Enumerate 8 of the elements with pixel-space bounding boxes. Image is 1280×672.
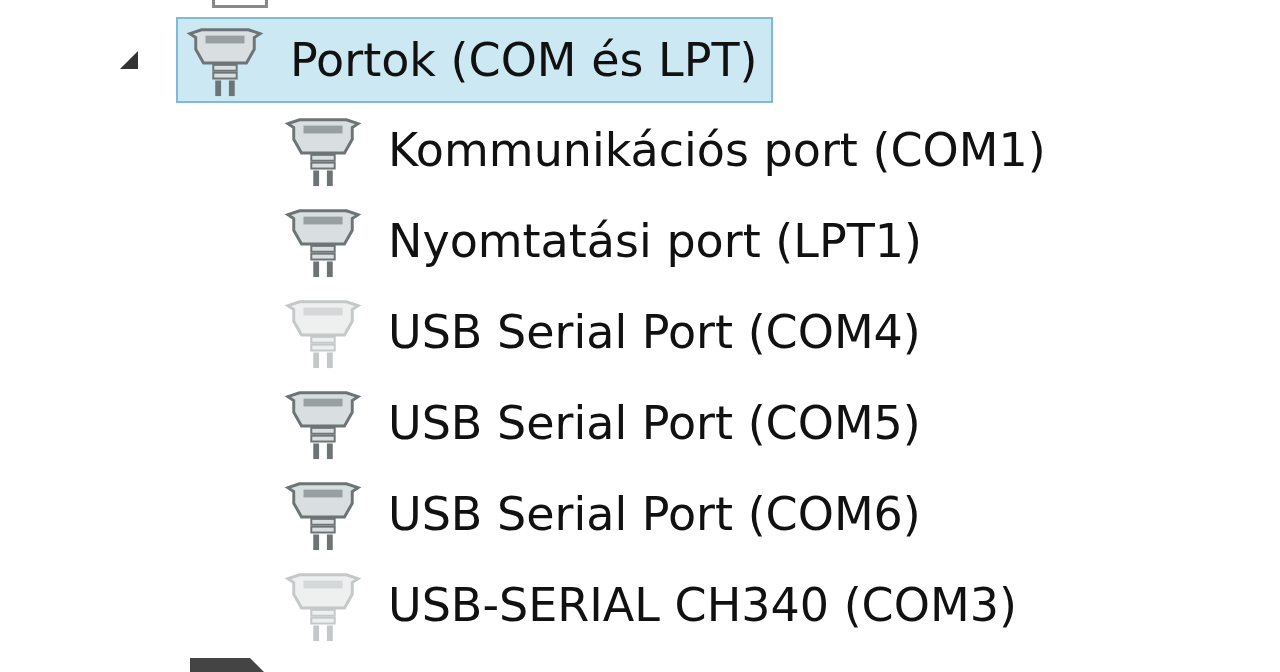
tree-item[interactable]: USB-SERIAL CH340 (COM3) — [0, 559, 1280, 650]
expanded-icon[interactable] — [118, 49, 140, 71]
tree-item[interactable]: USB Serial Port (COM4) — [0, 286, 1280, 377]
tree-item[interactable]: Nyomtatási port (LPT1) — [0, 195, 1280, 286]
tree-item[interactable]: USB Serial Port (COM5) — [0, 377, 1280, 468]
tree-item[interactable]: USB Serial Port (COM6) — [0, 468, 1280, 559]
tree-item[interactable]: Portok (COM és LPT) — [176, 17, 774, 103]
tree-item[interactable]: Kommunikációs port (COM1) — [0, 104, 1280, 195]
